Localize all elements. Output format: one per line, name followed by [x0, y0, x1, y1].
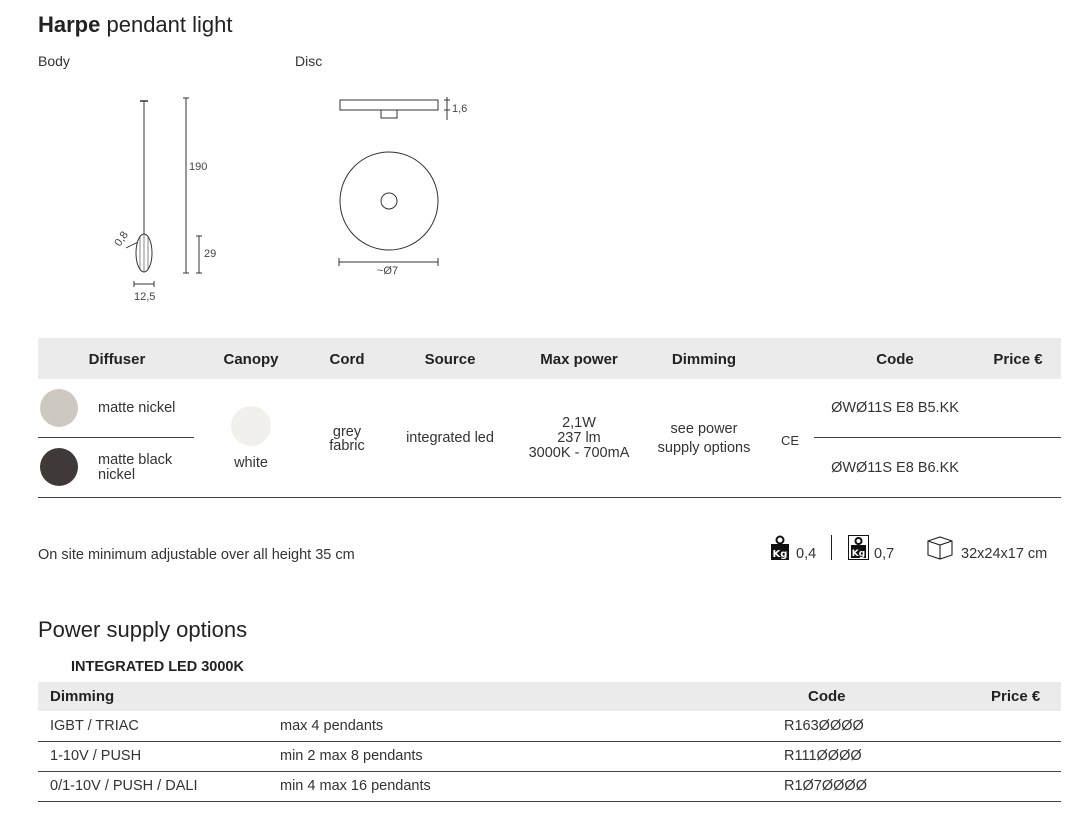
ps-dimming: IGBT / TRIAC: [50, 718, 139, 734]
code-matte-nickel: ØWØ11S E8 B5.KK: [831, 400, 959, 416]
package-size-value: 32x24x17 cm: [961, 546, 1048, 562]
header-source: Source: [424, 351, 476, 368]
ps-description: max 4 pendants: [280, 718, 384, 734]
disc-drawing-label: Disc: [295, 53, 323, 69]
table-row: IGBT / TRIAC max 4 pendants R163ØØØØ: [38, 712, 1061, 742]
gross-weight-icon-text: Kg: [852, 549, 865, 559]
power-supply-title: Power supply options: [38, 617, 248, 642]
max-power-lumen: 237 lm: [557, 430, 601, 446]
header-max-power: Max power: [540, 351, 618, 368]
body-drawing: [125, 97, 202, 287]
weight-divider: [831, 535, 832, 560]
power-supply-subtitle: INTEGRATED LED 3000K: [71, 659, 244, 675]
max-power-watts: 2,1W: [562, 415, 596, 431]
dimming-line2: supply options: [657, 440, 751, 456]
ps-header-dimming: Dimming: [50, 688, 115, 705]
spec-table-bottom-border: [38, 497, 1061, 498]
ps-description: min 2 max 8 pendants: [280, 748, 423, 764]
ps-code: R1Ø7ØØØØ: [784, 778, 867, 794]
swatch-matte-nickel: [40, 389, 78, 427]
ps-header-code: Code: [808, 688, 846, 705]
header-canopy: Canopy: [223, 351, 279, 368]
gross-weight-icon: Kg: [848, 535, 869, 560]
canopy-label: white: [234, 455, 268, 471]
product-type: pendant light: [106, 12, 233, 37]
code-matte-black-nickel: ØWØ11S E8 B6.KK: [831, 460, 959, 476]
header-diffuser: Diffuser: [88, 351, 146, 368]
table-row: 0/1-10V / PUSH / DALI min 4 max 16 penda…: [38, 772, 1061, 802]
package-box-icon: [927, 536, 953, 560]
ps-dimming: 0/1-10V / PUSH / DALI: [50, 778, 198, 794]
header-cord: Cord: [329, 351, 365, 368]
dim-body-height: 29: [204, 248, 217, 260]
row-divider-code: [814, 437, 1061, 438]
net-weight-icon-text: Kg: [773, 549, 788, 560]
swatch-matte-black-nickel: [40, 448, 78, 486]
dim-width: 12,5: [134, 291, 156, 303]
max-power-temp-current: 3000K - 700mA: [528, 445, 630, 461]
header-code: Code: [876, 351, 914, 368]
power-supply-table-header: [38, 682, 1061, 711]
row-divider-diffuser: [38, 437, 194, 438]
net-weight-value: 0,4: [796, 546, 817, 562]
body-drawing-label: Body: [38, 53, 70, 69]
header-dimming: Dimming: [671, 351, 737, 368]
header-price: Price €: [993, 351, 1043, 368]
dim-total-height: 190: [189, 161, 208, 173]
page-title: Harpe pendant light: [38, 12, 232, 38]
ps-code: R111ØØØØ: [784, 748, 862, 764]
ps-code: R163ØØØØ: [784, 718, 864, 734]
swatch-canopy-white: [231, 406, 271, 446]
table-row: 1-10V / PUSH min 2 max 8 pendants R111ØØ…: [38, 742, 1061, 772]
ps-header-price: Price €: [991, 688, 1041, 705]
disc-drawing: [338, 97, 450, 266]
dimming-line1: see power: [670, 421, 738, 437]
cord-line2: fabric: [329, 438, 365, 454]
dim-disc-diameter: ~Ø7: [377, 265, 399, 277]
dim-disc-thickness: 1,6: [452, 103, 468, 115]
net-weight-icon: Kg: [771, 535, 789, 560]
source-label: integrated led: [406, 430, 494, 446]
product-name: Harpe: [38, 12, 101, 37]
gross-weight-value: 0,7: [874, 546, 895, 562]
adjustable-height-note: On site minimum adjustable over all heig…: [38, 547, 355, 563]
diffuser-matte-nickel: matte nickel: [98, 400, 176, 416]
ce-mark: CE: [781, 433, 800, 448]
ps-dimming: 1-10V / PUSH: [50, 748, 142, 764]
diffuser-matte-black-nickel: matte black nickel: [98, 452, 173, 483]
ps-description: min 4 max 16 pendants: [280, 778, 431, 794]
